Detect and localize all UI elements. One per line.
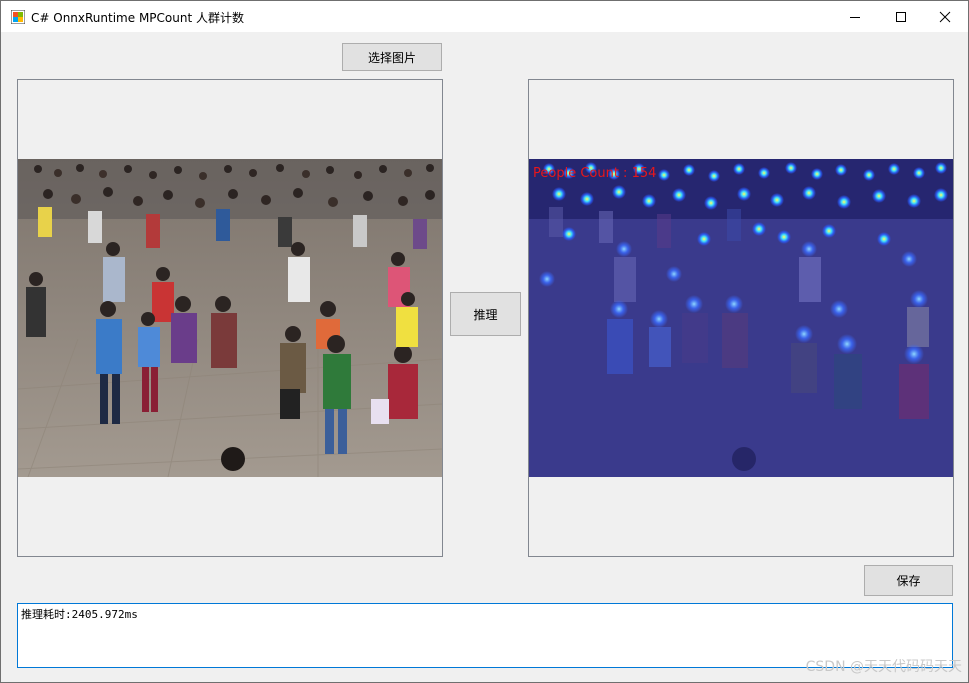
minimize-icon [850,16,860,18]
result-image-box: People Count : 154 [528,79,954,557]
window-title: C# OnnxRuntime MPCount 人群计数 [31,11,244,25]
minimize-button[interactable] [832,1,878,32]
maximize-button[interactable] [878,1,924,32]
app-icon [11,10,25,24]
source-image-box [17,79,443,557]
infer-label: 推理 [473,307,498,322]
people-count-label: People Count : 154 [533,166,657,181]
save-button[interactable]: 保存 [864,565,953,596]
close-icon [939,11,951,22]
crowd-photo [18,159,442,477]
select-image-label: 选择图片 [367,50,416,65]
maximize-icon [896,11,906,22]
close-button[interactable] [922,1,968,32]
infer-button[interactable]: 推理 [450,292,521,336]
select-image-button[interactable]: 选择图片 [342,43,442,71]
save-label: 保存 [896,574,921,588]
log-text: 推理耗时:2405.972ms [21,608,138,621]
title-bar: C# OnnxRuntime MPCount 人群计数 [1,1,968,32]
main-window: C# OnnxRuntime MPCount 人群计数 选择图片 推理 Peop… [0,0,969,683]
watermark: CSDN @天天代码码天天 [805,659,962,675]
density-map-image [529,159,953,477]
